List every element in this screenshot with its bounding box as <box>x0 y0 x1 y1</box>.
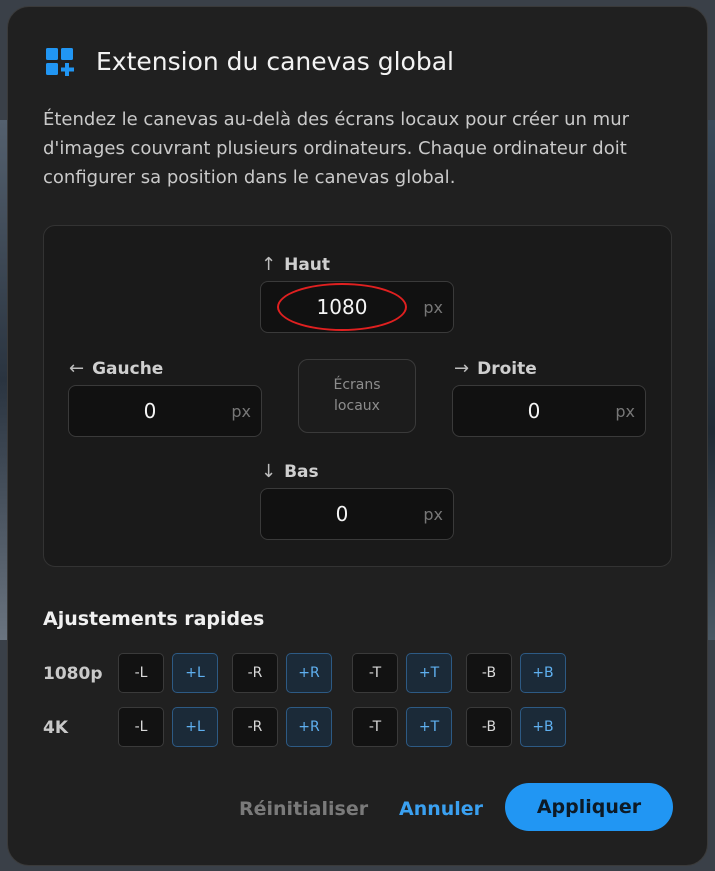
right-extent-field[interactable]: 0 px <box>452 385 646 437</box>
quick-1080p-plus-bottom-button[interactable]: +B <box>520 653 566 693</box>
local-screens-label-2: locaux <box>334 398 380 414</box>
quick-1080p-minus-right-button[interactable]: -R <box>232 653 278 693</box>
quick-4k-plus-left-button[interactable]: +L <box>172 707 218 747</box>
apply-button[interactable]: Appliquer <box>505 783 673 831</box>
bottom-label-text: Bas <box>284 461 319 482</box>
reset-button[interactable]: Réinitialiser <box>239 798 368 820</box>
extents-panel: ↑ Haut 1080 px ← Gauche 0 px Écrans loca… <box>43 225 672 567</box>
quick-4k-minus-right-button[interactable]: -R <box>232 707 278 747</box>
cancel-button[interactable]: Annuler <box>399 798 483 820</box>
dialog-description: Étendez le canevas au-delà des écrans lo… <box>43 109 630 188</box>
top-label-text: Haut <box>284 254 331 275</box>
top-extent-field[interactable]: 1080 px <box>260 281 454 333</box>
dialog-header: Extension du canevas global <box>46 47 454 76</box>
quick-4k-minus-bottom-button[interactable]: -B <box>466 707 512 747</box>
row-label-1080p: 1080p <box>43 664 103 684</box>
bottom-extent-value: 0 <box>335 502 349 526</box>
left-extent-value: 0 <box>143 399 157 423</box>
dialog-title: Extension du canevas global <box>96 47 454 76</box>
right-label: → Droite <box>454 358 537 379</box>
right-label-text: Droite <box>477 358 537 379</box>
quick-1080p-minus-top-button[interactable]: -T <box>352 653 398 693</box>
arrow-left-icon: ← <box>69 358 85 379</box>
arrow-down-icon: ↓ <box>261 461 277 482</box>
top-extent-unit: px <box>423 298 443 317</box>
local-screens-label-1: Écrans <box>333 377 381 393</box>
red-highlight-circle <box>277 283 407 331</box>
left-label: ← Gauche <box>69 358 163 379</box>
grid-add-icon <box>46 47 74 76</box>
quick-1080p-minus-bottom-button[interactable]: -B <box>466 653 512 693</box>
quick-1080p-plus-top-button[interactable]: +T <box>406 653 452 693</box>
quick-4k-minus-left-button[interactable]: -L <box>118 707 164 747</box>
quick-1080p-plus-left-button[interactable]: +L <box>172 653 218 693</box>
left-extent-field[interactable]: 0 px <box>68 385 262 437</box>
row-label-4k: 4K <box>43 718 69 738</box>
arrow-up-icon: ↑ <box>261 254 277 275</box>
bottom-label: ↓ Bas <box>261 461 319 482</box>
left-extent-unit: px <box>231 402 251 421</box>
quick-4k-minus-top-button[interactable]: -T <box>352 707 398 747</box>
quick-4k-plus-right-button[interactable]: +R <box>286 707 332 747</box>
quick-1080p-plus-right-button[interactable]: +R <box>286 653 332 693</box>
bottom-extent-unit: px <box>423 505 443 524</box>
quick-adjust-title: Ajustements rapides <box>43 608 265 630</box>
canvas-extension-dialog: Extension du canevas global Étendez le c… <box>7 6 708 866</box>
quick-4k-plus-top-button[interactable]: +T <box>406 707 452 747</box>
arrow-right-icon: → <box>454 358 470 379</box>
local-screens-box: Écrans locaux <box>298 359 416 433</box>
top-label: ↑ Haut <box>261 254 330 275</box>
right-extent-unit: px <box>615 402 635 421</box>
quick-4k-plus-bottom-button[interactable]: +B <box>520 707 566 747</box>
right-extent-value: 0 <box>527 399 541 423</box>
bottom-extent-field[interactable]: 0 px <box>260 488 454 540</box>
left-label-text: Gauche <box>92 358 164 379</box>
quick-1080p-minus-left-button[interactable]: -L <box>118 653 164 693</box>
